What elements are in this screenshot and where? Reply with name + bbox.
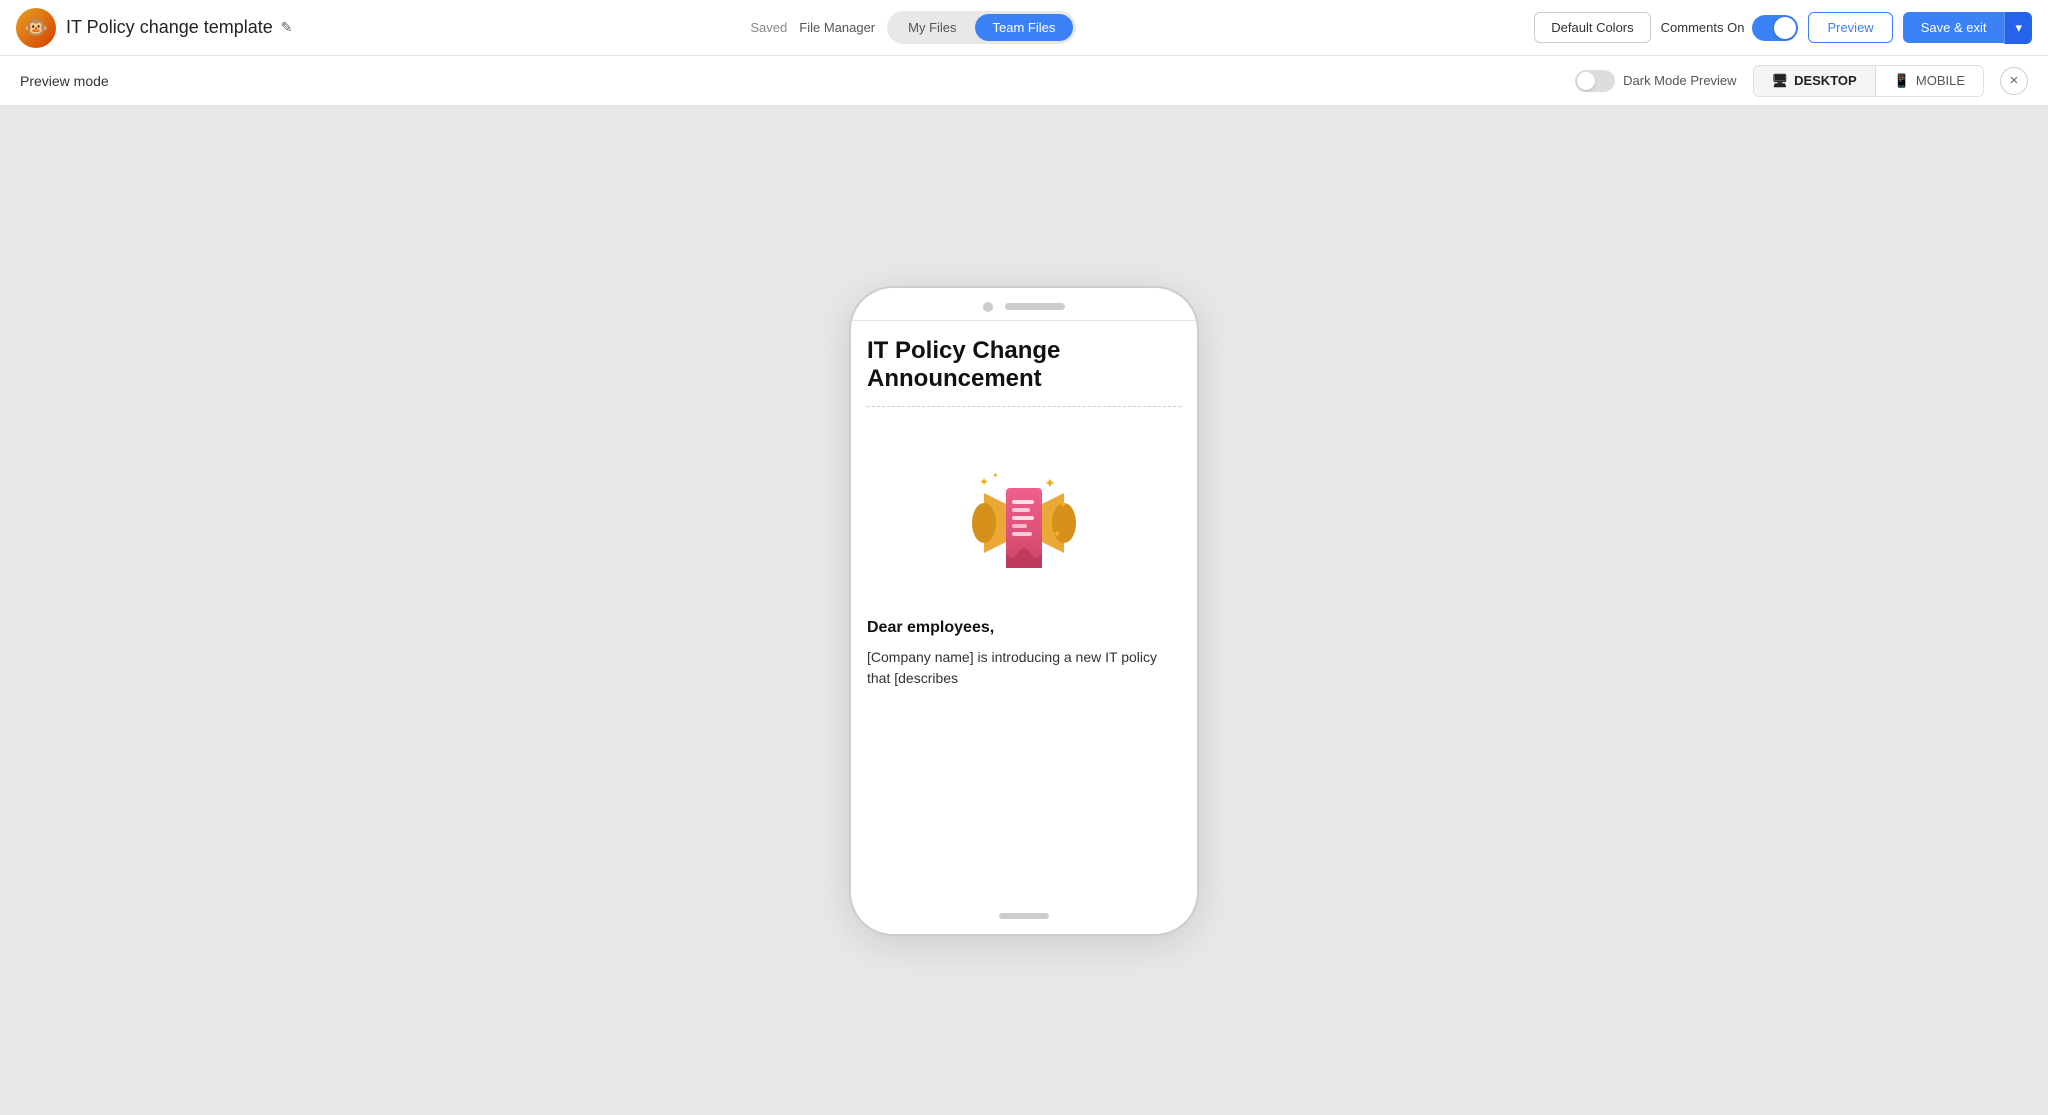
phone-document-title: IT Policy Change Announcement — [867, 337, 1181, 395]
close-icon: × — [2010, 72, 2019, 89]
save-exit-button[interactable]: Save & exit — [1903, 12, 2005, 43]
comments-toggle[interactable] — [1752, 15, 1798, 41]
preview-bar-right: Dark Mode Preview 🖥 DESKTOP 📱 MOBILE × — [1575, 65, 2028, 97]
phone-divider — [867, 406, 1181, 407]
phone-bottom-bar — [851, 898, 1197, 934]
navbar: 🐵 IT Policy change template ✎ Saved File… — [0, 0, 2048, 56]
phone-content[interactable]: IT Policy Change Announcement — [851, 320, 1197, 898]
app-logo: 🐵 — [16, 8, 56, 48]
svg-text:✦: ✦ — [1044, 475, 1056, 491]
dark-mode-thumb — [1577, 72, 1595, 90]
svg-text:✦: ✦ — [1052, 527, 1062, 541]
svg-text:✦: ✦ — [1059, 500, 1067, 511]
mobile-label: MOBILE — [1916, 73, 1965, 88]
preview-bar: Preview mode Dark Mode Preview 🖥 DESKTOP… — [0, 56, 2048, 106]
svg-text:✦: ✦ — [992, 471, 999, 480]
announcement-illustration: ✦ ✦ ✦ ✦ ✦ — [924, 428, 1124, 598]
preview-button[interactable]: Preview — [1808, 12, 1892, 43]
desktop-label: DESKTOP — [1794, 73, 1857, 88]
phone-home-indicator — [999, 913, 1049, 919]
desktop-button[interactable]: 🖥 DESKTOP — [1754, 66, 1875, 96]
comments-area: Comments On — [1661, 15, 1799, 41]
edit-icon[interactable]: ✎ — [281, 19, 293, 36]
close-preview-button[interactable]: × — [2000, 67, 2028, 95]
phone-frame: IT Policy Change Announcement — [849, 286, 1199, 936]
desktop-icon: 🖥 — [1772, 73, 1789, 89]
file-manager-link[interactable]: File Manager — [799, 20, 875, 35]
dark-mode-toggle[interactable] — [1575, 70, 1615, 92]
phone-camera — [983, 302, 993, 312]
comments-label: Comments On — [1661, 20, 1745, 35]
navbar-left: 🐵 IT Policy change template ✎ — [16, 8, 293, 48]
phone-greeting: Dear employees, — [867, 619, 1181, 637]
saved-status: Saved — [750, 20, 787, 35]
phone-body-copy: [Company name] is introducing a new IT p… — [867, 647, 1181, 689]
files-toggle-group: My Files Team Files — [887, 11, 1076, 44]
dark-mode-area: Dark Mode Preview — [1575, 70, 1736, 92]
dark-mode-label: Dark Mode Preview — [1623, 73, 1736, 88]
phone-illustration: ✦ ✦ ✦ ✦ ✦ — [867, 423, 1181, 603]
phone-top-bar — [851, 288, 1197, 320]
svg-text:✦: ✦ — [979, 475, 989, 489]
navbar-right: Default Colors Comments On Preview Save … — [1534, 12, 2032, 44]
main-area: IT Policy Change Announcement — [0, 106, 2048, 1115]
mobile-icon: 📱 — [1894, 73, 1910, 89]
default-colors-button[interactable]: Default Colors — [1534, 12, 1650, 43]
save-exit-group: Save & exit ▾ — [1903, 12, 2032, 44]
team-files-button[interactable]: Team Files — [975, 14, 1074, 41]
phone-speaker — [1005, 303, 1065, 310]
document-title: IT Policy change template ✎ — [66, 17, 293, 38]
device-toggle-group: 🖥 DESKTOP 📱 MOBILE — [1753, 65, 1984, 97]
logo-emoji: 🐵 — [24, 15, 49, 40]
save-exit-dropdown-button[interactable]: ▾ — [2004, 12, 2032, 44]
mobile-button[interactable]: 📱 MOBILE — [1875, 66, 1983, 96]
my-files-button[interactable]: My Files — [890, 14, 974, 41]
toggle-thumb — [1774, 17, 1796, 39]
navbar-center: Saved File Manager My Files Team Files — [750, 11, 1076, 44]
phone-body-text: Dear employees, [Company name] is introd… — [867, 619, 1181, 705]
preview-mode-label: Preview mode — [20, 73, 109, 89]
